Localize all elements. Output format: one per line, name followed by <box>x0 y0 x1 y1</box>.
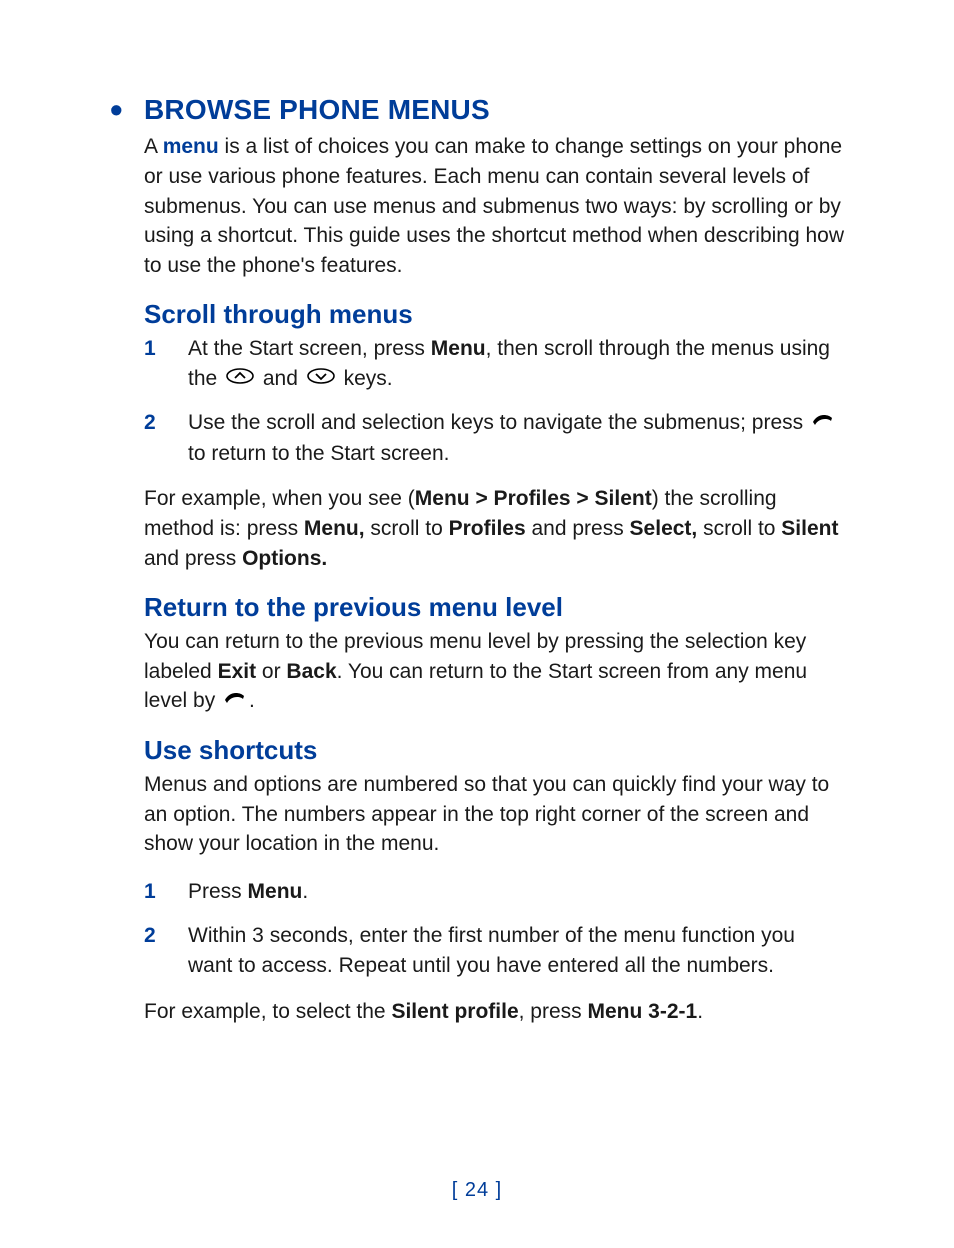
bold-text: Silent profile <box>391 1000 518 1023</box>
section-heading: Return to the previous menu level <box>110 592 844 623</box>
example-paragraph: For example, when you see (Menu > Profil… <box>110 484 844 573</box>
section-heading: Scroll through menus <box>110 299 844 330</box>
term-menu: menu <box>163 135 219 158</box>
body-paragraph: You can return to the previous menu leve… <box>110 627 844 717</box>
text: scroll to <box>697 517 781 540</box>
text: is a list of choices you can make to cha… <box>144 135 844 277</box>
text: or <box>256 660 286 683</box>
bold-text: Silent <box>781 517 838 540</box>
body-paragraph: Menus and options are numbered so that y… <box>110 770 844 859</box>
text: scroll to <box>365 517 449 540</box>
bold-text: Profiles <box>449 517 526 540</box>
example-paragraph: For example, to select the Silent profil… <box>110 997 844 1027</box>
bold-text: Select, <box>630 517 698 540</box>
document-page: BROWSE PHONE MENUS A menu is a list of c… <box>0 0 954 1248</box>
step-number: 1 <box>144 334 156 364</box>
step-number: 2 <box>144 921 156 951</box>
step-number: 1 <box>144 877 156 907</box>
text: . <box>697 1000 703 1023</box>
step-number: 2 <box>144 408 156 438</box>
list-item: 2 Use the scroll and selection keys to n… <box>144 408 844 468</box>
text: and <box>257 367 304 390</box>
list-item: 1 Press Menu. <box>144 877 844 907</box>
bold-text: Menu <box>248 880 303 903</box>
bold-text: Menu > Profiles > Silent <box>415 487 652 510</box>
steps-list: 1 Press Menu. 2 Within 3 seconds, enter … <box>110 877 844 980</box>
list-item: 2 Within 3 seconds, enter the first numb… <box>144 921 844 981</box>
text: At the Start screen, press <box>188 337 431 360</box>
text: Use the scroll and selection keys to nav… <box>188 411 809 434</box>
text: For example, to select the <box>144 1000 391 1023</box>
up-key-icon <box>225 364 255 394</box>
text: , press <box>519 1000 588 1023</box>
page-number: [ 24 ] <box>0 1179 954 1202</box>
text: . <box>249 689 255 712</box>
text: keys. <box>338 367 393 390</box>
bold-text: Menu <box>431 337 486 360</box>
text: For example, when you see ( <box>144 487 415 510</box>
text: Within 3 seconds, enter the first number… <box>188 924 795 977</box>
bold-text: Back <box>286 660 336 683</box>
text: and press <box>144 547 242 570</box>
text: A <box>144 135 163 158</box>
steps-list: 1 At the Start screen, press Menu, then … <box>110 334 844 468</box>
bold-text: Exit <box>218 660 257 683</box>
end-call-icon <box>223 687 247 717</box>
section-heading: Use shortcuts <box>110 735 844 766</box>
main-heading: BROWSE PHONE MENUS <box>110 94 844 126</box>
list-item: 1 At the Start screen, press Menu, then … <box>144 334 844 394</box>
intro-paragraph: A menu is a list of choices you can make… <box>110 132 844 281</box>
text: and press <box>526 517 630 540</box>
bold-text: Menu 3-2-1 <box>588 1000 698 1023</box>
end-call-icon <box>811 409 835 439</box>
text: . <box>302 880 308 903</box>
down-key-icon <box>306 364 336 394</box>
bold-text: Menu, <box>304 517 365 540</box>
bold-text: Options. <box>242 547 327 570</box>
text: Press <box>188 880 248 903</box>
text: to return to the Start screen. <box>188 442 449 465</box>
